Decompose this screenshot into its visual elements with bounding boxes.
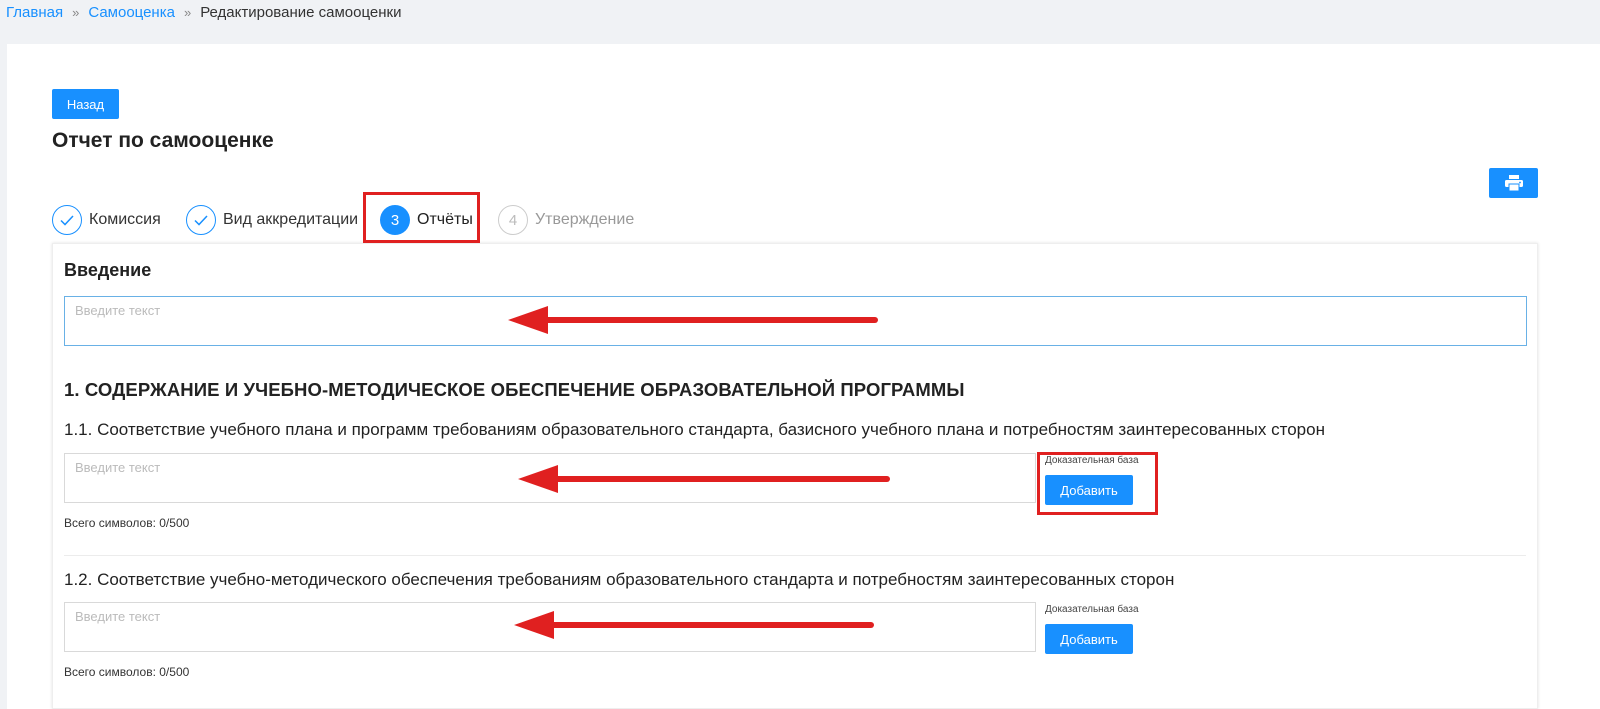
annotation-arrow bbox=[508, 306, 878, 334]
annotation-arrow bbox=[518, 465, 890, 493]
annotation-arrows bbox=[508, 306, 890, 639]
annotation-arrow bbox=[514, 611, 874, 639]
